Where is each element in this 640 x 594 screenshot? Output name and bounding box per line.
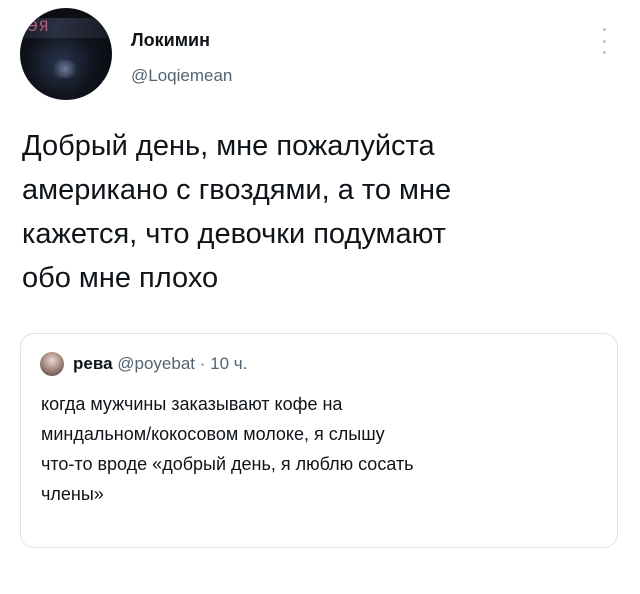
more-vertical-icon[interactable] bbox=[598, 28, 610, 54]
avatar-text: ЭЯ bbox=[28, 19, 50, 35]
quoted-tweet[interactable]: рева @poyebat · 10 ч. когда мужчины зака… bbox=[20, 333, 618, 548]
author-display-name[interactable]: Локимин bbox=[131, 30, 210, 51]
quoted-timestamp[interactable]: 10 ч. bbox=[210, 354, 247, 373]
quoted-header: рева @poyebat · 10 ч. bbox=[73, 354, 247, 374]
avatar-glow bbox=[50, 60, 80, 78]
tweet-text: Добрый день, мне пожалуйста американо с … bbox=[22, 130, 452, 294]
quoted-author-handle[interactable]: @poyebat bbox=[117, 354, 195, 373]
more-dot bbox=[602, 39, 606, 43]
quoted-author-name[interactable]: рева bbox=[73, 354, 113, 373]
tweet-card: ЭЯ Локимин @Loqiemean Добрый день, мне п… bbox=[0, 0, 640, 594]
author-avatar[interactable]: ЭЯ bbox=[20, 8, 112, 100]
quoted-author-avatar[interactable] bbox=[40, 352, 64, 376]
author-handle[interactable]: @Loqiemean bbox=[131, 66, 232, 86]
quoted-text: когда мужчины заказывают кофе на миндаль… bbox=[41, 394, 414, 504]
more-dot bbox=[602, 28, 606, 31]
more-dot bbox=[602, 51, 606, 54]
quoted-separator: · bbox=[199, 354, 206, 373]
